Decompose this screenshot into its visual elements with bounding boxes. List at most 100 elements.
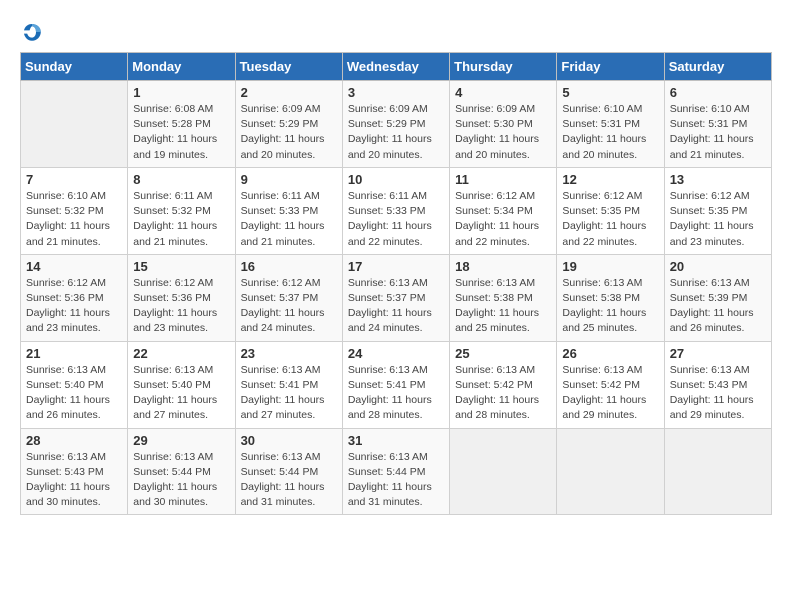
calendar-cell: 30 Sunrise: 6:13 AM Sunset: 5:44 PM Dayli… xyxy=(235,428,342,515)
day-detail: Sunrise: 6:12 AM Sunset: 5:37 PM Dayligh… xyxy=(241,276,337,337)
calendar-cell: 19 Sunrise: 6:13 AM Sunset: 5:38 PM Dayli… xyxy=(557,254,664,341)
day-detail: Sunrise: 6:13 AM Sunset: 5:44 PM Dayligh… xyxy=(133,450,229,511)
day-detail: Sunrise: 6:13 AM Sunset: 5:44 PM Dayligh… xyxy=(348,450,444,511)
day-detail: Sunrise: 6:11 AM Sunset: 5:33 PM Dayligh… xyxy=(348,189,444,250)
day-detail: Sunrise: 6:13 AM Sunset: 5:44 PM Dayligh… xyxy=(241,450,337,511)
day-number: 26 xyxy=(562,346,658,361)
day-number: 16 xyxy=(241,259,337,274)
day-number: 2 xyxy=(241,85,337,100)
calendar-cell: 18 Sunrise: 6:13 AM Sunset: 5:38 PM Dayli… xyxy=(450,254,557,341)
day-number: 12 xyxy=(562,172,658,187)
calendar-cell: 16 Sunrise: 6:12 AM Sunset: 5:37 PM Dayli… xyxy=(235,254,342,341)
day-number: 3 xyxy=(348,85,444,100)
day-detail: Sunrise: 6:11 AM Sunset: 5:33 PM Dayligh… xyxy=(241,189,337,250)
day-detail: Sunrise: 6:13 AM Sunset: 5:42 PM Dayligh… xyxy=(562,363,658,424)
day-number: 7 xyxy=(26,172,122,187)
calendar-cell xyxy=(664,428,771,515)
calendar-week-2: 7 Sunrise: 6:10 AM Sunset: 5:32 PM Daylig… xyxy=(21,167,772,254)
calendar-cell: 11 Sunrise: 6:12 AM Sunset: 5:34 PM Dayli… xyxy=(450,167,557,254)
day-detail: Sunrise: 6:12 AM Sunset: 5:36 PM Dayligh… xyxy=(26,276,122,337)
day-number: 24 xyxy=(348,346,444,361)
calendar-cell: 13 Sunrise: 6:12 AM Sunset: 5:35 PM Dayli… xyxy=(664,167,771,254)
day-number: 17 xyxy=(348,259,444,274)
weekday-header-tuesday: Tuesday xyxy=(235,53,342,81)
calendar-header: SundayMondayTuesdayWednesdayThursdayFrid… xyxy=(21,53,772,81)
day-detail: Sunrise: 6:08 AM Sunset: 5:28 PM Dayligh… xyxy=(133,102,229,163)
day-number: 14 xyxy=(26,259,122,274)
day-number: 29 xyxy=(133,433,229,448)
calendar-cell xyxy=(557,428,664,515)
calendar-cell xyxy=(450,428,557,515)
weekday-header-thursday: Thursday xyxy=(450,53,557,81)
day-detail: Sunrise: 6:13 AM Sunset: 5:43 PM Dayligh… xyxy=(670,363,766,424)
day-number: 11 xyxy=(455,172,551,187)
calendar-cell: 9 Sunrise: 6:11 AM Sunset: 5:33 PM Daylig… xyxy=(235,167,342,254)
day-detail: Sunrise: 6:13 AM Sunset: 5:42 PM Dayligh… xyxy=(455,363,551,424)
calendar-cell: 25 Sunrise: 6:13 AM Sunset: 5:42 PM Dayli… xyxy=(450,341,557,428)
calendar-cell: 14 Sunrise: 6:12 AM Sunset: 5:36 PM Dayli… xyxy=(21,254,128,341)
day-detail: Sunrise: 6:09 AM Sunset: 5:29 PM Dayligh… xyxy=(241,102,337,163)
calendar-cell: 29 Sunrise: 6:13 AM Sunset: 5:44 PM Dayli… xyxy=(128,428,235,515)
calendar-cell: 12 Sunrise: 6:12 AM Sunset: 5:35 PM Dayli… xyxy=(557,167,664,254)
day-detail: Sunrise: 6:13 AM Sunset: 5:38 PM Dayligh… xyxy=(455,276,551,337)
day-number: 5 xyxy=(562,85,658,100)
day-detail: Sunrise: 6:12 AM Sunset: 5:36 PM Dayligh… xyxy=(133,276,229,337)
calendar-body: 1Sunrise: 6:08 AM Sunset: 5:28 PM Daylig… xyxy=(21,81,772,515)
weekday-header-wednesday: Wednesday xyxy=(342,53,449,81)
calendar-cell: 21Sunrise: 6:13 AM Sunset: 5:40 PM Dayli… xyxy=(21,341,128,428)
day-number: 8 xyxy=(133,172,229,187)
calendar-cell: 31Sunrise: 6:13 AM Sunset: 5:44 PM Dayli… xyxy=(342,428,449,515)
day-detail: Sunrise: 6:11 AM Sunset: 5:32 PM Dayligh… xyxy=(133,189,229,250)
day-detail: Sunrise: 6:13 AM Sunset: 5:39 PM Dayligh… xyxy=(670,276,766,337)
day-detail: Sunrise: 6:12 AM Sunset: 5:35 PM Dayligh… xyxy=(562,189,658,250)
calendar-cell: 24 Sunrise: 6:13 AM Sunset: 5:41 PM Dayli… xyxy=(342,341,449,428)
calendar-week-4: 21Sunrise: 6:13 AM Sunset: 5:40 PM Dayli… xyxy=(21,341,772,428)
calendar-cell xyxy=(21,81,128,168)
day-number: 25 xyxy=(455,346,551,361)
calendar-cell: 27 Sunrise: 6:13 AM Sunset: 5:43 PM Dayli… xyxy=(664,341,771,428)
day-number: 9 xyxy=(241,172,337,187)
day-detail: Sunrise: 6:10 AM Sunset: 5:32 PM Dayligh… xyxy=(26,189,122,250)
weekday-header-sunday: Sunday xyxy=(21,53,128,81)
weekday-header-row: SundayMondayTuesdayWednesdayThursdayFrid… xyxy=(21,53,772,81)
calendar-week-3: 14 Sunrise: 6:12 AM Sunset: 5:36 PM Dayli… xyxy=(21,254,772,341)
day-number: 23 xyxy=(241,346,337,361)
day-detail: Sunrise: 6:09 AM Sunset: 5:29 PM Dayligh… xyxy=(348,102,444,163)
calendar-table: SundayMondayTuesdayWednesdayThursdayFrid… xyxy=(20,52,772,515)
day-number: 19 xyxy=(562,259,658,274)
day-detail: Sunrise: 6:10 AM Sunset: 5:31 PM Dayligh… xyxy=(562,102,658,163)
day-number: 18 xyxy=(455,259,551,274)
calendar-cell: 6Sunrise: 6:10 AM Sunset: 5:31 PM Daylig… xyxy=(664,81,771,168)
day-detail: Sunrise: 6:09 AM Sunset: 5:30 PM Dayligh… xyxy=(455,102,551,163)
day-detail: Sunrise: 6:13 AM Sunset: 5:38 PM Dayligh… xyxy=(562,276,658,337)
day-number: 27 xyxy=(670,346,766,361)
calendar-cell: 10 Sunrise: 6:11 AM Sunset: 5:33 PM Dayli… xyxy=(342,167,449,254)
day-number: 4 xyxy=(455,85,551,100)
logo-icon xyxy=(20,20,44,44)
day-detail: Sunrise: 6:13 AM Sunset: 5:41 PM Dayligh… xyxy=(241,363,337,424)
calendar-cell: 28Sunrise: 6:13 AM Sunset: 5:43 PM Dayli… xyxy=(21,428,128,515)
day-detail: Sunrise: 6:13 AM Sunset: 5:41 PM Dayligh… xyxy=(348,363,444,424)
calendar-week-1: 1Sunrise: 6:08 AM Sunset: 5:28 PM Daylig… xyxy=(21,81,772,168)
calendar-cell: 23 Sunrise: 6:13 AM Sunset: 5:41 PM Dayli… xyxy=(235,341,342,428)
calendar-cell: 3 Sunrise: 6:09 AM Sunset: 5:29 PM Daylig… xyxy=(342,81,449,168)
day-number: 10 xyxy=(348,172,444,187)
calendar-cell: 15Sunrise: 6:12 AM Sunset: 5:36 PM Dayli… xyxy=(128,254,235,341)
day-detail: Sunrise: 6:10 AM Sunset: 5:31 PM Dayligh… xyxy=(670,102,766,163)
day-number: 30 xyxy=(241,433,337,448)
calendar-cell: 17 Sunrise: 6:13 AM Sunset: 5:37 PM Dayli… xyxy=(342,254,449,341)
day-number: 28 xyxy=(26,433,122,448)
weekday-header-monday: Monday xyxy=(128,53,235,81)
day-number: 13 xyxy=(670,172,766,187)
day-detail: Sunrise: 6:12 AM Sunset: 5:35 PM Dayligh… xyxy=(670,189,766,250)
calendar-cell: 5 Sunrise: 6:10 AM Sunset: 5:31 PM Daylig… xyxy=(557,81,664,168)
calendar-cell: 26 Sunrise: 6:13 AM Sunset: 5:42 PM Dayli… xyxy=(557,341,664,428)
calendar-cell: 4 Sunrise: 6:09 AM Sunset: 5:30 PM Daylig… xyxy=(450,81,557,168)
day-number: 22 xyxy=(133,346,229,361)
day-detail: Sunrise: 6:13 AM Sunset: 5:37 PM Dayligh… xyxy=(348,276,444,337)
day-detail: Sunrise: 6:12 AM Sunset: 5:34 PM Dayligh… xyxy=(455,189,551,250)
calendar-week-5: 28Sunrise: 6:13 AM Sunset: 5:43 PM Dayli… xyxy=(21,428,772,515)
day-number: 20 xyxy=(670,259,766,274)
logo xyxy=(20,20,48,44)
calendar-cell: 7 Sunrise: 6:10 AM Sunset: 5:32 PM Daylig… xyxy=(21,167,128,254)
